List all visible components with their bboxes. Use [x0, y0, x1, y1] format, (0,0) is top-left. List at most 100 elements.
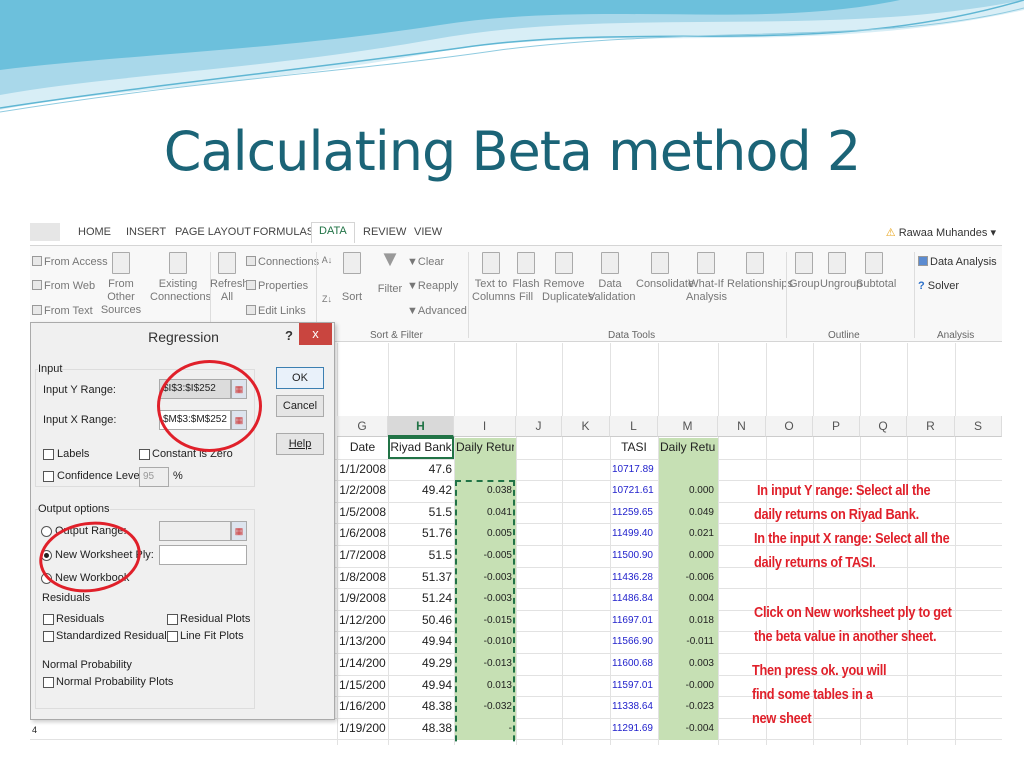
collapse-dialog-icon[interactable]: ▦: [231, 521, 247, 541]
from-web-button[interactable]: From Web: [32, 280, 95, 293]
solver-button[interactable]: ? Solver: [918, 280, 959, 293]
confidence-checkbox[interactable]: [43, 471, 54, 482]
date-cell[interactable]: 1/16/2008: [339, 696, 386, 717]
tasi-return-cell[interactable]: 0.018: [660, 610, 716, 631]
tasi-return-cell[interactable]: 0.004: [660, 588, 716, 609]
remove-duplicates-button[interactable]: Remove Duplicates: [542, 252, 593, 304]
edit-links-button[interactable]: Edit Links: [246, 305, 306, 318]
output-range-radio[interactable]: [41, 526, 52, 537]
help-icon[interactable]: ?: [285, 328, 293, 343]
ok-button[interactable]: OK: [276, 367, 324, 389]
text-to-columns-button[interactable]: Text to Columns: [472, 252, 515, 304]
riyad-bank-cell[interactable]: 49.94: [390, 675, 452, 696]
line-fit-plots-checkbox[interactable]: [167, 631, 178, 642]
column-header-o[interactable]: O: [766, 416, 813, 437]
riyad-bank-cell[interactable]: 51.5: [390, 545, 452, 566]
tasi-cell[interactable]: 10721.61: [612, 480, 656, 501]
tab-view[interactable]: VIEW: [414, 226, 442, 238]
riyad-bank-cell[interactable]: 48.38: [390, 696, 452, 717]
clear-button[interactable]: ▼Clear: [407, 256, 444, 269]
date-cell[interactable]: 1/7/2008: [339, 545, 386, 566]
new-worksheet-ply-input[interactable]: [159, 545, 247, 565]
tab-insert[interactable]: INSERT: [126, 226, 166, 238]
tasi-return-cell[interactable]: -0.000: [660, 675, 716, 696]
riyad-bank-cell[interactable]: 50.46: [390, 610, 452, 631]
riyad-bank-cell[interactable]: 51.24: [390, 588, 452, 609]
tasi-return-cell[interactable]: 0.000: [660, 480, 716, 501]
tasi-return-cell[interactable]: -0.006: [660, 567, 716, 588]
tasi-return-cell[interactable]: -0.004: [660, 718, 716, 739]
data-analysis-button[interactable]: Data Analysis: [918, 256, 997, 269]
tab-data[interactable]: DATA: [311, 222, 355, 243]
tasi-cell[interactable]: 11500.90: [612, 545, 656, 566]
connections-button[interactable]: Connections: [246, 256, 319, 269]
properties-button[interactable]: Properties: [246, 280, 308, 293]
advanced-button[interactable]: ▼Advanced: [407, 305, 467, 318]
sort-az-button[interactable]: A↓ Z↓: [321, 254, 333, 306]
date-cell[interactable]: 1/6/2008: [339, 523, 386, 544]
normal-probability-plots-checkbox[interactable]: [43, 677, 54, 688]
help-button[interactable]: Help: [276, 433, 324, 455]
tasi-cell[interactable]: 11291.69: [612, 718, 656, 739]
column-header-k[interactable]: K: [562, 416, 610, 437]
tab-home[interactable]: HOME: [78, 226, 111, 238]
refresh-all-button[interactable]: Refresh All: [210, 252, 249, 304]
column-header-q[interactable]: Q: [860, 416, 907, 437]
riyad-bank-cell[interactable]: 51.37: [390, 567, 452, 588]
tasi-cell[interactable]: 11486.84: [612, 588, 656, 609]
header-cell-date[interactable]: Date: [339, 437, 386, 458]
subtotal-button[interactable]: Subtotal: [856, 252, 896, 291]
existing-connections-button[interactable]: Existing Connections: [150, 252, 211, 304]
flash-fill-button[interactable]: Flash Fill: [512, 252, 540, 304]
constant-zero-checkbox[interactable]: [139, 449, 150, 460]
user-account[interactable]: ⚠ Rawaa Muhandes ▾: [886, 226, 996, 239]
column-header-r[interactable]: R: [907, 416, 955, 437]
tasi-cell[interactable]: 11338.64: [612, 696, 656, 717]
labels-checkbox[interactable]: [43, 449, 54, 460]
date-cell[interactable]: 1/1/2008: [339, 459, 386, 480]
column-header-p[interactable]: P: [813, 416, 860, 437]
date-cell[interactable]: 1/9/2008: [339, 588, 386, 609]
reapply-button[interactable]: ▼Reapply: [407, 280, 458, 293]
tasi-return-cell[interactable]: -0.011: [660, 631, 716, 652]
header-cell-tasi[interactable]: TASI: [612, 437, 656, 458]
tasi-cell[interactable]: 11566.90: [612, 631, 656, 652]
riyad-bank-cell[interactable]: 48.38: [390, 718, 452, 739]
residual-plots-checkbox[interactable]: [167, 614, 178, 625]
confidence-input[interactable]: 95: [139, 467, 169, 487]
tasi-cell[interactable]: 11436.28: [612, 567, 656, 588]
header-cell-bank-return[interactable]: Daily Return: [456, 437, 514, 458]
riyad-bank-cell[interactable]: 51.5: [390, 502, 452, 523]
riyad-bank-cell[interactable]: 49.29: [390, 653, 452, 674]
tasi-cell[interactable]: 11597.01: [612, 675, 656, 696]
column-header-i[interactable]: I: [454, 416, 516, 437]
riyad-bank-cell[interactable]: 47.6: [390, 459, 452, 480]
date-cell[interactable]: 1/2/2008: [339, 480, 386, 501]
relationships-button[interactable]: Relationships: [727, 252, 793, 291]
group-button[interactable]: Group: [789, 252, 820, 291]
header-cell-tasi-return[interactable]: Daily Return: [660, 437, 716, 458]
tab-file[interactable]: FILE: [30, 223, 60, 241]
tasi-cell[interactable]: 11697.01: [612, 610, 656, 631]
tab-review[interactable]: REVIEW: [363, 226, 406, 238]
riyad-bank-cell[interactable]: 49.94: [390, 631, 452, 652]
tasi-return-cell[interactable]: 0.021: [660, 523, 716, 544]
ungroup-button[interactable]: Ungroup: [820, 252, 862, 291]
tasi-cell[interactable]: 11499.40: [612, 523, 656, 544]
bank-return-cell[interactable]: [456, 459, 514, 480]
date-cell[interactable]: 1/8/2008: [339, 567, 386, 588]
column-header-n[interactable]: N: [718, 416, 766, 437]
date-cell[interactable]: 1/15/2008: [339, 675, 386, 696]
cancel-button[interactable]: Cancel: [276, 395, 324, 417]
tasi-cell[interactable]: 11600.68: [612, 653, 656, 674]
output-range-input[interactable]: [159, 521, 231, 541]
sort-button[interactable]: Sort: [340, 252, 364, 304]
date-cell[interactable]: 1/5/2008: [339, 502, 386, 523]
tasi-return-cell[interactable]: 0.000: [660, 545, 716, 566]
standardized-residuals-checkbox[interactable]: [43, 631, 54, 642]
column-header-s[interactable]: S: [955, 416, 1002, 437]
from-text-button[interactable]: From Text: [32, 305, 93, 318]
column-header-h[interactable]: H: [388, 416, 454, 437]
tasi-cell[interactable]: 11259.65: [612, 502, 656, 523]
residuals-checkbox[interactable]: [43, 614, 54, 625]
